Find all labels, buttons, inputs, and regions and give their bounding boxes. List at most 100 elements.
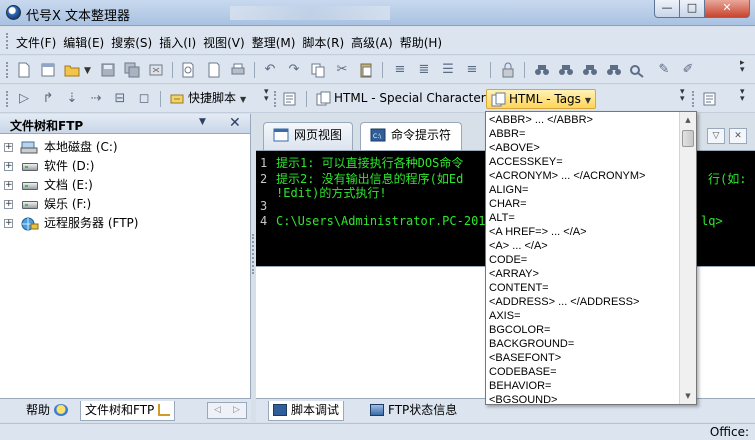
dropdown-item[interactable]: CONTENT= bbox=[486, 281, 679, 295]
tab-web-view[interactable]: 网页视图 bbox=[263, 122, 354, 150]
dropdown-item[interactable]: <A> ... </A> bbox=[486, 239, 679, 253]
dropdown-item[interactable]: <ARRAY> bbox=[486, 267, 679, 281]
menu-grip[interactable] bbox=[6, 33, 9, 49]
open-dropdown-icon[interactable]: ▼ bbox=[84, 66, 91, 76]
close-file-icon[interactable] bbox=[148, 62, 164, 78]
indent-icon[interactable]: ≡ bbox=[392, 62, 408, 78]
tools-icon[interactable]: ✐ bbox=[680, 62, 696, 78]
html-special-characters-button[interactable]: HTML - Special Characters▼ bbox=[312, 89, 506, 109]
toolbar-overflow-icon[interactable]: ▾ ▾ bbox=[740, 88, 745, 104]
dropdown-item[interactable]: CODE= bbox=[486, 253, 679, 267]
dropdown-item[interactable]: BGCOLOR= bbox=[486, 323, 679, 337]
dropdown-item[interactable]: CHAR= bbox=[486, 197, 679, 211]
open-folder-icon[interactable] bbox=[64, 62, 80, 78]
dropdown-item[interactable]: ACCESSKEY= bbox=[486, 155, 679, 169]
dropdown-item[interactable]: ALIGN= bbox=[486, 183, 679, 197]
step-into-icon[interactable]: ⇣ bbox=[64, 91, 80, 107]
dropdown-scrollbar[interactable]: ▲ ▼ bbox=[679, 112, 696, 404]
close-button[interactable]: ✕ bbox=[704, 0, 750, 18]
stop-icon[interactable]: ◻ bbox=[136, 91, 152, 107]
quick-script-button[interactable]: 快捷脚本 ▼ bbox=[166, 89, 250, 109]
menu-file[interactable]: 文件(F) bbox=[16, 34, 56, 51]
scrollbar-thumb[interactable] bbox=[682, 130, 694, 147]
new-file-icon[interactable] bbox=[16, 62, 32, 78]
dropdown-item[interactable]: <A HREF=> ... </A> bbox=[486, 225, 679, 239]
dropdown-item[interactable]: <ABOVE> bbox=[486, 141, 679, 155]
new-window-icon[interactable] bbox=[40, 62, 56, 78]
tab-command-prompt[interactable]: C:\ 命令提示符 bbox=[360, 122, 463, 150]
toolbar-overflow-icon[interactable]: ▾ ▾ bbox=[680, 88, 685, 104]
panel-close-icon[interactable]: ✕ bbox=[229, 115, 241, 131]
run-icon[interactable]: ▷ bbox=[16, 91, 32, 107]
tree-node-e-drive[interactable]: + 文档 (E:) bbox=[4, 176, 138, 195]
page-setup-icon[interactable] bbox=[206, 62, 222, 78]
dropdown-item[interactable]: <BASEFONT> bbox=[486, 351, 679, 365]
toolbar-grip[interactable] bbox=[6, 91, 9, 107]
menu-advanced[interactable]: 高级(A) bbox=[351, 34, 393, 51]
format-icon[interactable]: ☰ bbox=[440, 62, 456, 78]
tab-file-tree-ftp[interactable]: 文件树和FTP bbox=[80, 401, 176, 421]
panel-menu-icon[interactable]: ▼ bbox=[199, 117, 206, 127]
print-preview-icon[interactable] bbox=[180, 62, 196, 78]
tree-node-f-drive[interactable]: + 娱乐 (F:) bbox=[4, 195, 138, 214]
copy-icon[interactable] bbox=[310, 62, 326, 78]
paste-icon[interactable] bbox=[358, 62, 374, 78]
dropdown-item[interactable]: <ADDRESS> ... </ADDRESS> bbox=[486, 295, 679, 309]
tab-ftp-status[interactable]: FTP状态信息 bbox=[366, 401, 461, 421]
dropdown-item[interactable]: <ABBR> ... </ABBR> bbox=[486, 113, 679, 127]
dropdown-item[interactable]: BACKGROUND= bbox=[486, 337, 679, 351]
expand-icon[interactable]: + bbox=[4, 143, 13, 152]
toolbar-overflow-icon[interactable]: ▸ ▾ bbox=[740, 59, 745, 75]
dropdown-item[interactable]: CODEBASE= bbox=[486, 365, 679, 379]
tab-script-debug[interactable]: 脚本调试 bbox=[268, 401, 345, 421]
arrow-right-icon[interactable]: ▷ bbox=[233, 403, 240, 418]
lock-icon[interactable] bbox=[500, 62, 516, 78]
save-icon[interactable] bbox=[100, 62, 116, 78]
menu-edit[interactable]: 编辑(E) bbox=[63, 34, 104, 51]
menu-script[interactable]: 脚本(R) bbox=[302, 34, 344, 51]
outdent-icon[interactable]: ≣ bbox=[416, 62, 432, 78]
toolbar-grip[interactable] bbox=[274, 91, 277, 107]
html-tags-button[interactable]: HTML - Tags ▼ bbox=[486, 89, 597, 109]
expand-icon[interactable]: + bbox=[4, 200, 13, 209]
undo-icon[interactable]: ↶ bbox=[262, 62, 278, 78]
expand-icon[interactable]: + bbox=[4, 219, 13, 228]
replace-in-files-icon[interactable] bbox=[630, 62, 646, 78]
dropdown-item[interactable]: <ACRONYM> ... </ACRONYM> bbox=[486, 169, 679, 183]
menu-insert[interactable]: 插入(I) bbox=[159, 34, 196, 51]
tree-node-c-drive[interactable]: + 本地磁盘 (C:) bbox=[4, 138, 138, 157]
close-tab-icon[interactable]: ✕ bbox=[729, 128, 747, 144]
print-icon[interactable] bbox=[230, 62, 246, 78]
dropdown-item[interactable]: AXIS= bbox=[486, 309, 679, 323]
menu-organize[interactable]: 整理(M) bbox=[252, 34, 296, 51]
menu-view[interactable]: 视图(V) bbox=[203, 34, 245, 51]
toolbar-grip[interactable] bbox=[6, 62, 9, 78]
scroll-down-icon[interactable]: ▼ bbox=[682, 390, 694, 402]
tab-scroll-arrows[interactable]: ◁ ▷ bbox=[207, 402, 247, 419]
menu-help[interactable]: 帮助(H) bbox=[400, 34, 442, 51]
find-icon[interactable] bbox=[534, 62, 550, 78]
dropdown-item[interactable]: ALT= bbox=[486, 211, 679, 225]
html-tags-dropdown[interactable]: <ABBR> ... </ABBR> ABBR= <ABOVE> ACCESSKEY=… bbox=[485, 111, 697, 405]
script-edit-icon[interactable] bbox=[282, 91, 298, 107]
step-icon[interactable]: ↱ bbox=[40, 91, 56, 107]
dropdown-item[interactable]: BEHAVIOR= bbox=[486, 379, 679, 393]
tab-list-icon[interactable]: ▽ bbox=[707, 128, 725, 144]
cut-icon[interactable]: ✂ bbox=[334, 62, 350, 78]
tab-help[interactable]: 帮助 bbox=[22, 401, 72, 421]
breakpoint-icon[interactable]: ⊟ bbox=[112, 91, 128, 107]
minimize-button[interactable]: — bbox=[654, 0, 680, 18]
dropdown-item[interactable]: ABBR= bbox=[486, 127, 679, 141]
replace-icon[interactable] bbox=[606, 62, 622, 78]
expand-icon[interactable]: + bbox=[4, 181, 13, 190]
highlight-icon[interactable]: ✎ bbox=[656, 62, 672, 78]
find-in-files-icon[interactable] bbox=[582, 62, 598, 78]
menu-search[interactable]: 搜索(S) bbox=[111, 34, 152, 51]
arrow-left-icon[interactable]: ◁ bbox=[214, 403, 221, 418]
save-all-icon[interactable] bbox=[124, 62, 140, 78]
dropdown-item[interactable]: <BGSOUND> bbox=[486, 393, 679, 404]
tree-node-d-drive[interactable]: + 软件 (D:) bbox=[4, 157, 138, 176]
redo-icon[interactable]: ↷ bbox=[286, 62, 302, 78]
expand-icon[interactable]: + bbox=[4, 162, 13, 171]
step-over-icon[interactable]: ⇢ bbox=[88, 91, 104, 107]
